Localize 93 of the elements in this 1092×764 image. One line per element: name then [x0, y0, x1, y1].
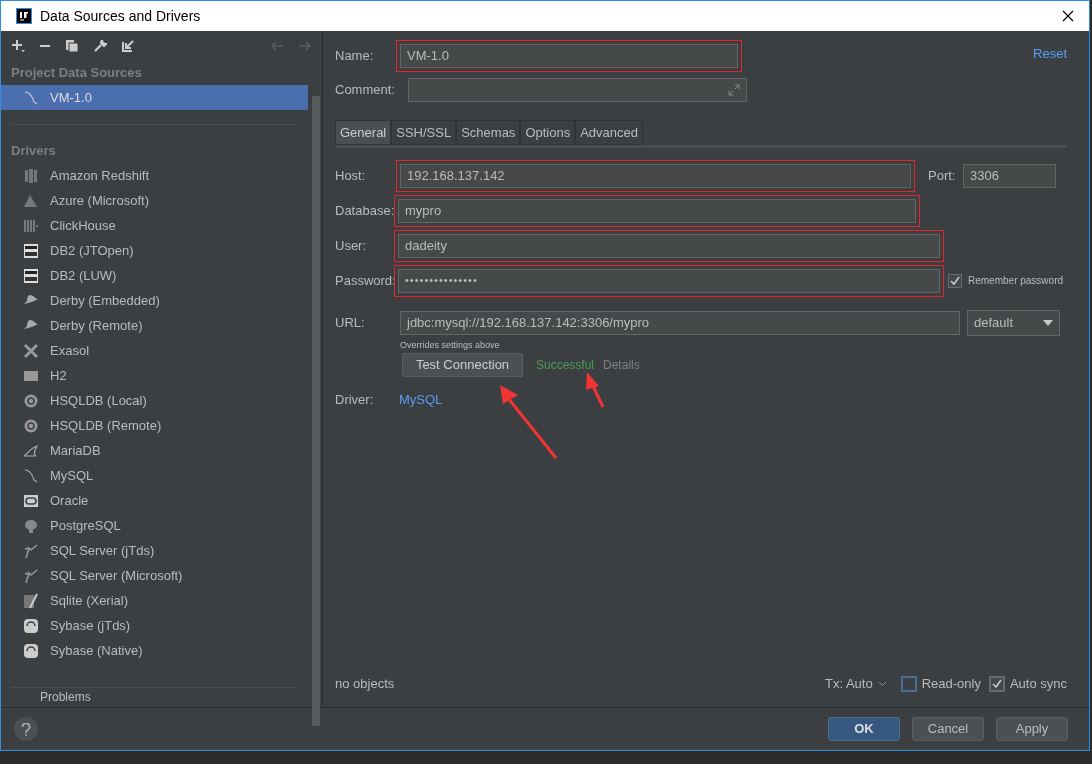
help-icon[interactable]	[14, 717, 38, 741]
add-icon[interactable]	[11, 39, 25, 53]
driver-icon	[23, 242, 39, 259]
section-header: Project Data Sources	[10, 64, 143, 83]
field-label: Comment:	[335, 80, 396, 99]
problems-label[interactable]: Problems	[1, 688, 308, 704]
reset-link[interactable]: Reset	[1033, 43, 1067, 64]
driver-item[interactable]: Derby (Embedded)	[1, 288, 308, 313]
driver-item[interactable]: DB2 (JTOpen)	[1, 238, 308, 263]
hint-text: Overrides settings above	[400, 339, 501, 351]
wrench-icon[interactable]	[93, 39, 107, 53]
field-label: Host:	[335, 166, 367, 185]
close-icon[interactable]	[1062, 10, 1074, 22]
driver-item[interactable]: Sybase (Native)	[1, 638, 308, 663]
driver-item[interactable]: Oracle	[1, 488, 308, 513]
driver-icon	[23, 392, 39, 409]
connection-status: Successful	[536, 357, 595, 374]
driver-item[interactable]: HSQLDB (Remote)	[1, 413, 308, 438]
field-label: User:	[335, 236, 368, 255]
driver-icon	[23, 442, 39, 459]
driver-item[interactable]: ClickHouse	[1, 213, 308, 238]
driver-item[interactable]: HSQLDB (Local)	[1, 388, 308, 413]
caret-icon	[1043, 320, 1053, 326]
checkbox-label: Read-only	[921, 675, 981, 694]
checkbox[interactable]	[988, 676, 1005, 692]
chevron-icon	[877, 681, 887, 687]
driver-item[interactable]: Derby (Remote)	[1, 313, 308, 338]
driver-icon	[23, 342, 39, 359]
window-title: Data Sources and Drivers	[40, 6, 201, 26]
driver-item[interactable]: Azure (Microsoft)	[1, 188, 308, 213]
driver-icon	[23, 467, 39, 484]
dialog-button[interactable]: Apply	[996, 717, 1068, 741]
driver-icon	[23, 617, 39, 634]
driver-icon	[23, 217, 39, 234]
status-text: no objects	[335, 675, 395, 694]
name-field[interactable]: VM-1.0	[400, 43, 738, 68]
driver-icon	[23, 417, 39, 434]
field-label: Driver:	[335, 391, 375, 410]
driver-item[interactable]: Exasol	[1, 338, 308, 363]
driver-icon	[23, 592, 39, 609]
driver-icon	[23, 642, 39, 659]
checkbox[interactable]	[900, 676, 917, 692]
import-icon[interactable]	[121, 39, 135, 53]
driver-item[interactable]: MariaDB	[1, 438, 308, 463]
port-field[interactable]: 3306	[963, 163, 1056, 188]
database-field[interactable]: mypro	[398, 198, 916, 223]
section-header: Drivers	[10, 142, 57, 161]
checkbox[interactable]	[948, 273, 962, 288]
checkbox-label: Auto sync	[1009, 675, 1067, 694]
driver-item[interactable]: Sybase (jTds)	[1, 613, 308, 638]
field-label: Password:	[335, 271, 394, 290]
user-field[interactable]: dadeity	[398, 233, 940, 258]
driver-item[interactable]: Amazon Redshift	[1, 163, 308, 188]
tab[interactable]: Options	[520, 120, 576, 145]
driver-item[interactable]: SQL Server (jTds)	[1, 538, 308, 563]
field-label: Name:	[335, 46, 375, 65]
driver-icon	[23, 567, 39, 584]
url-field[interactable]: jdbc:mysql://192.168.137.142:3306/mypro	[400, 311, 960, 335]
copy-icon[interactable]	[65, 39, 79, 53]
tab[interactable]: General	[335, 120, 392, 145]
driver-item[interactable]: H2	[1, 363, 308, 388]
field-label: Database:	[335, 201, 394, 220]
tab[interactable]: Advanced	[575, 120, 643, 145]
url-mode-dropdown[interactable]: default	[967, 310, 1060, 336]
database-icon	[23, 89, 39, 106]
driver-icon	[23, 167, 39, 184]
driver-icon	[23, 517, 39, 534]
field-label: URL:	[335, 314, 366, 333]
tab[interactable]: Schemas	[456, 120, 521, 145]
data-source-item[interactable]: VM-1.0	[1, 85, 308, 110]
tab[interactable]: SSH/SSL	[391, 120, 457, 145]
comment-field[interactable]	[408, 77, 747, 102]
test-connection-button[interactable]: Test Connection	[402, 353, 523, 377]
driver-link[interactable]: MySQL	[399, 390, 443, 410]
dialog-button[interactable]: Cancel	[912, 717, 984, 741]
driver-item[interactable]: PostgreSQL	[1, 513, 308, 538]
driver-icon	[23, 492, 39, 509]
dialog-button[interactable]: OK	[828, 717, 900, 741]
password-field[interactable]: •••••••••••••••	[398, 268, 940, 293]
driver-icon	[23, 267, 39, 284]
checkbox-label: Remember password	[968, 274, 1064, 288]
expand-icon	[728, 83, 740, 96]
driver-item[interactable]: DB2 (LUW)	[1, 263, 308, 288]
scrollbar[interactable]	[312, 96, 320, 726]
driver-icon	[23, 542, 39, 559]
transaction-mode-dropdown[interactable]: Tx: Auto	[824, 674, 887, 694]
app-logo-icon	[16, 8, 32, 24]
driver-item[interactable]: Sqlite (Xerial)	[1, 588, 308, 613]
driver-item[interactable]: SQL Server (Microsoft)	[1, 563, 308, 588]
driver-item[interactable]: MySQL	[1, 463, 308, 488]
field-label: Port:	[928, 166, 957, 185]
annotation-arrow	[586, 372, 605, 408]
host-field[interactable]: 192.168.137.142	[400, 163, 911, 188]
